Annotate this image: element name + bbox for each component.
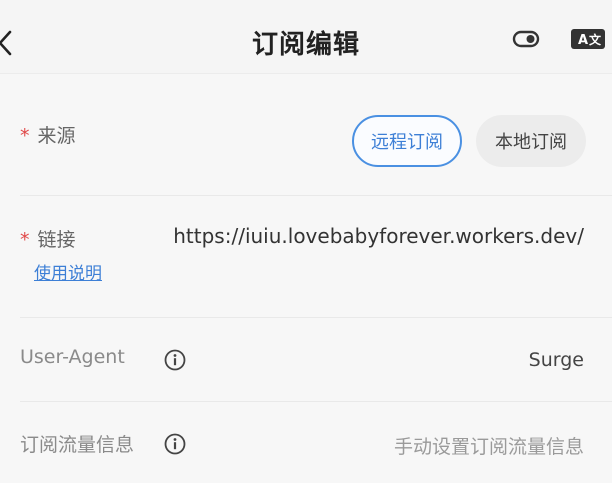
- toggle-icon[interactable]: [512, 29, 540, 49]
- info-icon[interactable]: [164, 349, 186, 371]
- required-mark: *: [20, 229, 30, 251]
- link-label: * 链接: [20, 225, 76, 252]
- link-input[interactable]: https://iuiu.lovebabyforever.workers.dev…: [173, 224, 584, 248]
- required-mark: *: [20, 125, 30, 147]
- link-label-text: 链接: [37, 229, 76, 251]
- user-agent-select[interactable]: Surge: [529, 349, 584, 371]
- top-bar: 订阅编辑 A 文: [0, 0, 612, 74]
- traffic-info-input[interactable]: 手动设置订阅流量信息: [394, 432, 584, 459]
- local-subscription-button[interactable]: 本地订阅: [476, 115, 586, 167]
- traffic-info-row: 订阅流量信息 手动设置订阅流量信息: [20, 402, 612, 483]
- source-label-text: 来源: [37, 125, 76, 147]
- link-row: * 链接 https://iuiu.lovebabyforever.workers…: [20, 196, 612, 318]
- translate-icon[interactable]: A 文: [570, 28, 606, 50]
- info-icon[interactable]: [164, 433, 186, 455]
- traffic-info-label: 订阅流量信息: [20, 434, 135, 456]
- svg-text:文: 文: [589, 32, 602, 47]
- remote-subscription-button[interactable]: 远程订阅: [352, 115, 462, 167]
- source-row: * 来源 远程订阅 本地订阅: [20, 91, 612, 196]
- svg-text:A: A: [578, 33, 588, 48]
- source-label: * 来源: [20, 121, 76, 148]
- usage-help-link[interactable]: 使用说明: [34, 259, 102, 284]
- user-agent-row: User-Agent Surge: [20, 318, 612, 402]
- user-agent-label: User-Agent: [20, 346, 125, 368]
